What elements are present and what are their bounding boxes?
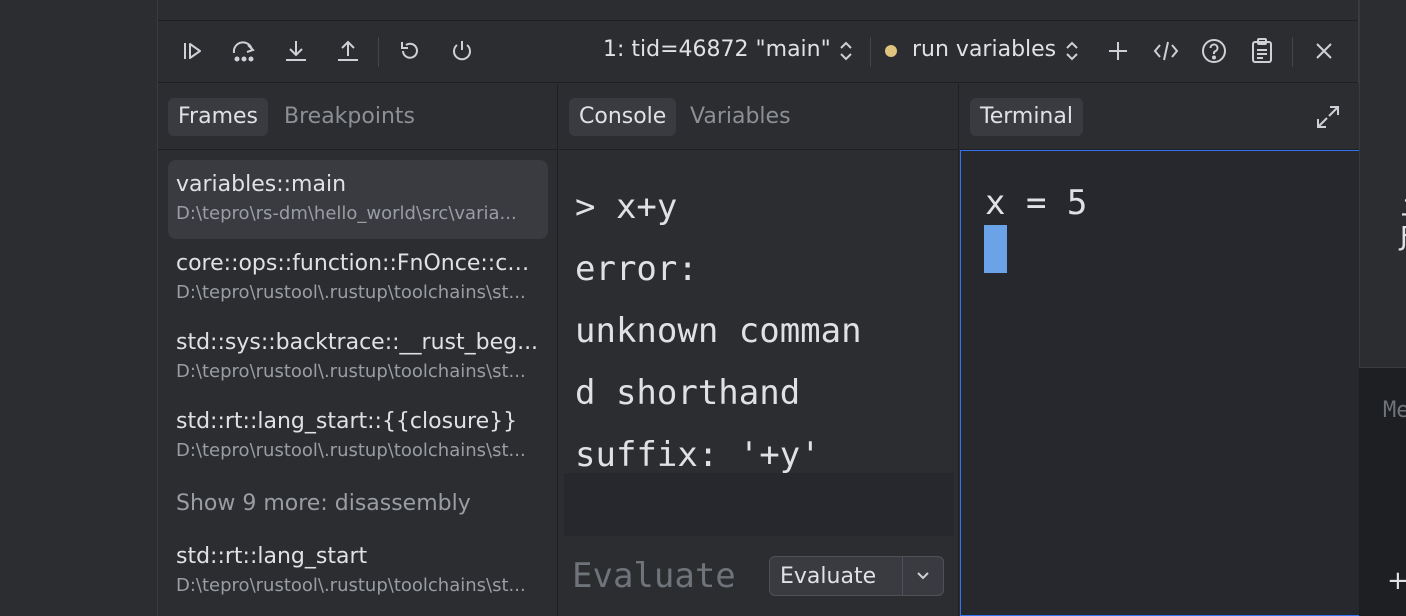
frame-function: std::rt::lang_start::{{closure}} xyxy=(176,409,518,434)
plus-icon[interactable]: + xyxy=(1387,566,1406,596)
chevron-updown-icon[interactable] xyxy=(830,35,862,67)
code-icon[interactable] xyxy=(1150,35,1182,67)
show-more-frames[interactable]: Show 9 more: disassembly xyxy=(168,476,548,532)
tool-window-header xyxy=(158,0,1358,21)
terminal-output: x = 5 xyxy=(985,183,1088,223)
frame-path: D:\tepro\rustool\.rustup\toolchains\st..… xyxy=(176,282,526,303)
frames-tabs: Frames Breakpoints xyxy=(158,84,557,150)
expand-icon[interactable] xyxy=(1315,104,1341,130)
tab-variables[interactable]: Variables xyxy=(680,98,801,136)
stop-icon[interactable] xyxy=(446,35,478,67)
step-into-icon[interactable] xyxy=(280,35,312,67)
toolbar-separator xyxy=(378,37,379,67)
add-icon[interactable] xyxy=(1102,35,1134,67)
chevron-down-icon[interactable] xyxy=(903,571,943,581)
evaluate-input[interactable]: Evaluate xyxy=(572,556,736,596)
console-line: unknown comman xyxy=(575,311,862,351)
console-tabs: Console Variables xyxy=(559,84,958,150)
thread-selector[interactable]: 1: tid=46872 "main" xyxy=(603,37,831,62)
frame-item[interactable]: core::ops::function::FnOnce::ca... D:\te… xyxy=(168,239,548,318)
right-edge-panel: ユ Ƒ Me + xyxy=(1359,0,1406,616)
frame-function: core::ops::function::FnOnce::ca... xyxy=(176,251,540,276)
console-panel: Console Variables > x+y error: unknown com… xyxy=(559,84,959,616)
rerun-icon[interactable] xyxy=(394,35,426,67)
evaluate-row: Evaluate Evaluate xyxy=(559,536,958,616)
right-edge-glyph: Ƒ xyxy=(1400,222,1406,252)
console-input[interactable] xyxy=(564,473,954,536)
console-line: d shorthand xyxy=(575,373,801,413)
frame-item[interactable]: std::rt::lang_start::{{closure}} D:\tepr… xyxy=(168,397,548,476)
right-edge-top: ユ Ƒ xyxy=(1359,0,1406,368)
step-over-icon[interactable] xyxy=(228,35,260,67)
frame-function: std::sys::backtrace::__rust_beg... xyxy=(176,330,539,355)
debug-toolbar: 1: tid=46872 "main" run variables xyxy=(158,21,1358,83)
right-edge-glyph: ユ xyxy=(1400,188,1406,225)
frame-item[interactable]: std::rt::lang_start D:\tepro\rustool\.ru… xyxy=(168,532,548,611)
evaluate-button-label: Evaluate xyxy=(780,563,877,589)
frame-function: variables::main xyxy=(176,172,347,197)
tab-console[interactable]: Console xyxy=(569,98,677,136)
terminal-tabs: Terminal xyxy=(960,84,1359,150)
frames-panel: Frames Breakpoints variables::main D:\te… xyxy=(158,84,558,616)
right-edge-text: Me xyxy=(1383,398,1406,423)
console-line: > x+y xyxy=(575,187,678,227)
left-gutter xyxy=(0,0,157,616)
terminal-cursor xyxy=(984,225,1007,273)
tab-frames[interactable]: Frames xyxy=(168,98,269,136)
config-status-dot xyxy=(885,45,897,57)
frame-path: D:\tepro\rs-dm\hello_world\src\varia... xyxy=(176,203,517,224)
console-line: error: xyxy=(575,249,698,289)
tab-terminal[interactable]: Terminal xyxy=(970,98,1083,136)
resume-icon[interactable] xyxy=(176,35,208,67)
frame-list: variables::main D:\tepro\rs-dm\hello_wor… xyxy=(168,160,548,611)
evaluate-button[interactable]: Evaluate xyxy=(769,556,944,596)
frame-path: D:\tepro\rustool\.rustup\toolchains\st..… xyxy=(176,361,526,382)
toolbar-separator xyxy=(870,37,871,67)
close-icon[interactable] xyxy=(1308,35,1340,67)
frame-path: D:\tepro\rustool\.rustup\toolchains\st..… xyxy=(176,440,526,461)
frame-function: std::rt::lang_start xyxy=(176,544,368,569)
frame-item[interactable]: variables::main D:\tepro\rs-dm\hello_wor… xyxy=(168,160,548,239)
frame-item[interactable]: std::sys::backtrace::__rust_beg... D:\te… xyxy=(168,318,548,397)
debug-tool-window: 1: tid=46872 "main" run variables Frames xyxy=(157,0,1359,616)
tab-breakpoints[interactable]: Breakpoints xyxy=(274,98,425,136)
chevron-updown-icon[interactable] xyxy=(1056,35,1088,67)
clipboard-icon[interactable] xyxy=(1246,35,1278,67)
terminal-panel: Terminal x = 5 xyxy=(960,84,1359,616)
step-out-icon[interactable] xyxy=(332,35,364,67)
toolbar-separator xyxy=(1292,37,1293,67)
console-output: > x+y error: unknown comman d shorthand suff… xyxy=(575,176,945,486)
frame-path: D:\tepro\rustool\.rustup\toolchains\st..… xyxy=(176,575,526,596)
help-icon[interactable] xyxy=(1198,35,1230,67)
terminal-body[interactable]: x = 5 xyxy=(960,150,1359,616)
run-config-selector[interactable]: run variables xyxy=(912,37,1056,62)
